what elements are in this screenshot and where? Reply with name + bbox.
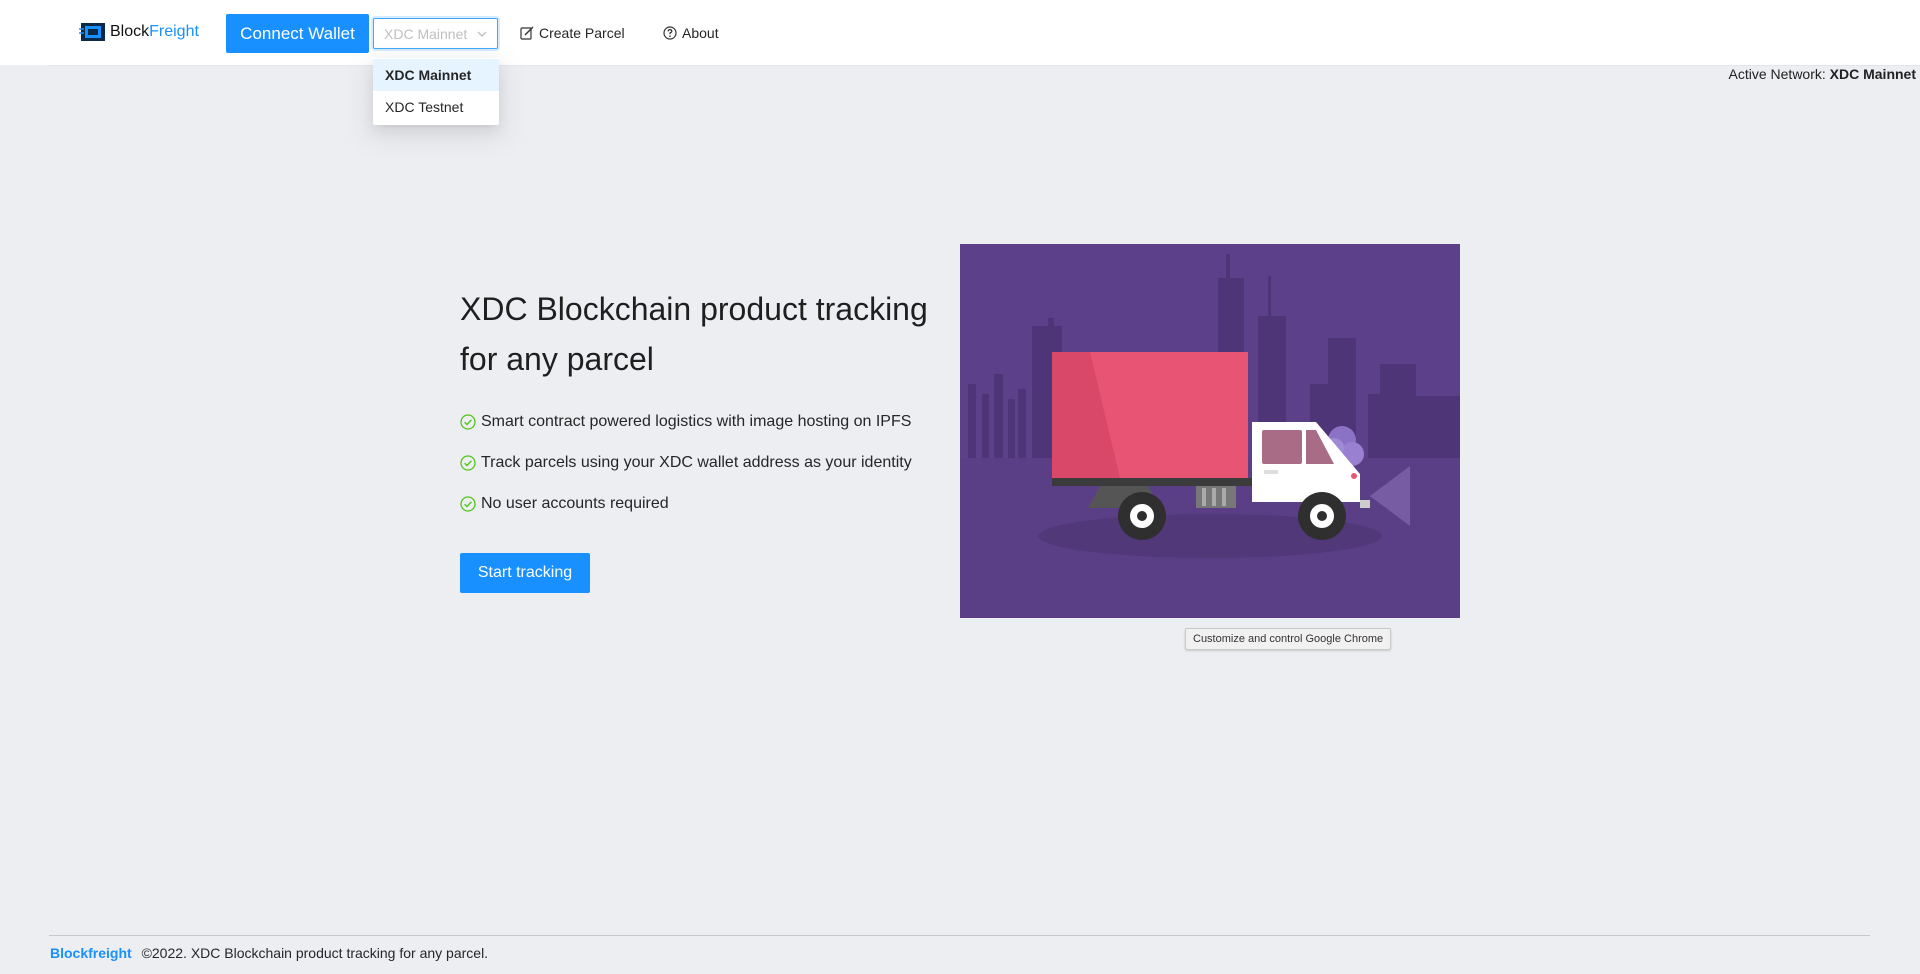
footer: Blockfreight ©2022. XDC Blockchain produ… bbox=[50, 945, 488, 961]
browser-tooltip: Customize and control Google Chrome bbox=[1185, 628, 1392, 650]
feature-item: Smart contract powered logistics with im… bbox=[460, 411, 911, 433]
footer-brand-link[interactable]: Blockfreight bbox=[50, 945, 132, 961]
question-circle-icon bbox=[663, 26, 677, 40]
edit-icon bbox=[520, 26, 534, 40]
nav-create-parcel-label: Create Parcel bbox=[539, 25, 625, 41]
check-circle-icon bbox=[460, 496, 476, 512]
network-select[interactable]: XDC Mainnet bbox=[373, 18, 498, 49]
chevron-down-icon bbox=[477, 31, 487, 37]
start-tracking-button[interactable]: Start tracking bbox=[460, 553, 590, 593]
network-dropdown: XDC Mainnet XDC Testnet bbox=[373, 58, 499, 125]
hero-title: XDC Blockchain product tracking for any … bbox=[460, 291, 928, 377]
footer-divider bbox=[49, 935, 1870, 936]
nav-about-label: About bbox=[682, 25, 719, 41]
logo[interactable]: BlockFreight bbox=[79, 20, 199, 44]
network-option-testnet[interactable]: XDC Testnet bbox=[373, 91, 499, 123]
network-select-value: XDC Mainnet bbox=[384, 25, 468, 42]
connect-wallet-button[interactable]: Connect Wallet bbox=[226, 14, 369, 53]
logo-text-freight: Freight bbox=[149, 23, 199, 40]
feature-text: Track parcels using your XDC wallet addr… bbox=[481, 454, 912, 471]
logo-text: BlockFreight bbox=[110, 21, 199, 43]
active-network-value: XDC Mainnet bbox=[1829, 66, 1916, 82]
active-network-status: Active Network: XDC Mainnet bbox=[1729, 66, 1916, 82]
logo-icon bbox=[79, 23, 105, 41]
feature-item: Track parcels using your XDC wallet addr… bbox=[460, 452, 912, 474]
header-divider bbox=[49, 65, 1920, 66]
network-option-mainnet[interactable]: XDC Mainnet bbox=[373, 59, 499, 91]
footer-copyright: ©2022. XDC Blockchain product tracking f… bbox=[141, 945, 489, 961]
active-network-label: Active Network: bbox=[1728, 66, 1826, 82]
delivery-truck-illustration bbox=[960, 244, 1460, 618]
logo-text-block: Block bbox=[110, 23, 150, 40]
nav-create-parcel[interactable]: Create Parcel bbox=[520, 22, 625, 44]
check-circle-icon bbox=[460, 455, 476, 471]
feature-text: Smart contract powered logistics with im… bbox=[481, 413, 912, 430]
nav-about[interactable]: About bbox=[663, 22, 719, 44]
feature-text: No user accounts required bbox=[481, 495, 669, 512]
top-navbar: BlockFreight Connect Wallet XDC Mainnet … bbox=[0, 0, 1920, 65]
feature-item: No user accounts required bbox=[460, 493, 669, 515]
check-circle-icon bbox=[460, 414, 476, 430]
